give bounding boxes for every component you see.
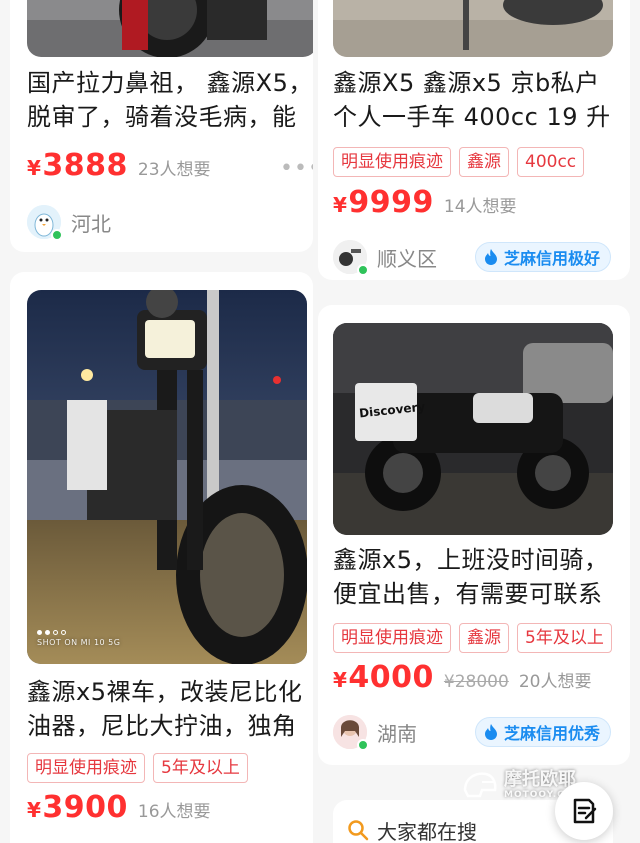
listing-title-4[interactable]: 鑫源x5，上班没时间骑， 便宜出售，有需要可联系	[333, 543, 623, 611]
dot-active	[37, 630, 42, 635]
tag: 明显使用痕迹	[27, 753, 145, 783]
price: ¥3900	[27, 790, 128, 825]
tag: 400cc	[517, 147, 585, 177]
price-row: ¥4000 ¥28000 20人想要	[333, 660, 591, 695]
listing-title-3[interactable]: 鑫源x5裸车，改装尼比化 油器，尼比大拧油，独角	[27, 675, 313, 743]
seller-info[interactable]: 顺义区	[333, 240, 437, 276]
listing-card-1[interactable]: 国产拉力鼻祖， 鑫源X5， 脱审了，骑着没毛病，能 ¥3888 23人想要 ••…	[10, 0, 313, 252]
seller-location: 河北	[71, 211, 111, 236]
listing-image-1[interactable]	[27, 0, 313, 57]
currency-symbol: ¥	[333, 193, 348, 217]
price-row: ¥9999 14人想要	[333, 185, 517, 220]
title-line: 脱审了，骑着没毛病，能	[27, 103, 297, 131]
credit-label: 芝麻信用极好	[504, 249, 601, 268]
more-options-icon[interactable]: •••	[280, 156, 313, 181]
currency-symbol: ¥	[333, 668, 348, 692]
image-overlay-text: SHOT ON MI 10 5G	[37, 638, 121, 647]
seller-location: 顺义区	[377, 246, 437, 271]
search-icon	[348, 820, 369, 841]
carousel-dots	[37, 630, 120, 635]
listing-card-3[interactable]: SHOT ON MI 10 5G 鑫源x5裸车，改装尼比化 油器，尼比大拧油，独…	[10, 272, 313, 843]
avatar	[333, 715, 369, 751]
dot	[45, 630, 50, 635]
title-line: 鑫源x5，上班没时间骑，	[333, 546, 609, 574]
listing-card-2[interactable]: 鑫源X5 鑫源x5 京b私户 个人一手车 400cc 19 升 明显使用痕迹 鑫…	[318, 0, 630, 280]
tag-list: 明显使用痕迹 5年及以上	[27, 753, 248, 783]
motorcycle-photo	[27, 290, 307, 664]
helmet-logo-icon	[463, 772, 497, 798]
listing-title-1[interactable]: 国产拉力鼻祖， 鑫源X5， 脱审了，骑着没毛病，能	[27, 66, 313, 134]
tag: 明显使用痕迹	[333, 623, 451, 653]
currency-symbol: ¥	[27, 798, 42, 822]
tag-list: 明显使用痕迹 鑫源 400cc	[333, 147, 585, 177]
price-value: 3888	[42, 148, 128, 183]
listing-feed: 国产拉力鼻祖， 鑫源X5， 脱审了，骑着没毛病，能 ¥3888 23人想要 ••…	[0, 0, 640, 843]
motorcycle-photo	[333, 323, 613, 535]
tag: 鑫源	[459, 623, 509, 653]
listing-image-2[interactable]	[333, 0, 613, 57]
tag: 5年及以上	[517, 623, 612, 653]
price-row: ¥3888 23人想要	[27, 148, 211, 183]
edit-note-icon	[573, 798, 597, 824]
floating-edit-button[interactable]	[555, 782, 613, 840]
motorcycle-photo	[333, 0, 613, 57]
search-placeholder: 大家都在搜	[377, 819, 477, 843]
want-count: 16人想要	[137, 802, 211, 822]
flame-icon	[485, 724, 497, 740]
want-count: 14人想要	[443, 197, 517, 217]
seller-info[interactable]: 河北	[27, 205, 111, 241]
credit-badge: 芝麻信用极好	[475, 242, 612, 272]
listing-title-2[interactable]: 鑫源X5 鑫源x5 京b私户 个人一手车 400cc 19 升	[333, 66, 623, 134]
title-line: 鑫源x5裸车，改装尼比化	[27, 678, 303, 706]
price-row: ¥3900 16人想要	[27, 790, 211, 825]
want-count: 20人想要	[518, 672, 592, 692]
price-value: 4000	[348, 660, 434, 695]
original-price: ¥28000	[443, 672, 509, 692]
listing-card-4[interactable]: Discovery 鑫源x5，上班没时间骑， 便宜出售，有需要可联系 明显使用痕…	[318, 305, 630, 765]
price: ¥9999	[333, 185, 434, 220]
motorcycle-photo	[27, 0, 313, 57]
online-status-icon	[357, 739, 369, 751]
tag: 鑫源	[459, 147, 509, 177]
tag-list: 明显使用痕迹 鑫源 5年及以上	[333, 623, 612, 653]
camera-watermark: SHOT ON MI 10 5G	[37, 630, 120, 647]
listing-image-4[interactable]: Discovery	[333, 323, 613, 535]
credit-label: 芝麻信用优秀	[504, 724, 601, 743]
tag: 明显使用痕迹	[333, 147, 451, 177]
credit-badge: 芝麻信用优秀	[475, 717, 612, 747]
avatar	[27, 205, 63, 241]
price: ¥3888	[27, 148, 128, 183]
price-value: 3900	[42, 790, 128, 825]
online-status-icon	[51, 229, 63, 241]
currency-symbol: ¥	[27, 156, 42, 180]
tag: 5年及以上	[153, 753, 248, 783]
price: ¥4000	[333, 660, 434, 695]
seller-info[interactable]: 湖南	[333, 715, 417, 751]
listing-image-3[interactable]: SHOT ON MI 10 5G	[27, 290, 307, 664]
avatar	[333, 240, 369, 276]
price-value: 9999	[348, 185, 434, 220]
title-line: 国产拉力鼻祖， 鑫源X5，	[27, 69, 313, 97]
dot	[61, 630, 66, 635]
dot	[53, 630, 58, 635]
flame-icon	[485, 249, 497, 265]
want-count: 23人想要	[137, 160, 211, 180]
title-line: 便宜出售，有需要可联系	[333, 580, 603, 608]
title-line: 鑫源X5 鑫源x5 京b私户	[333, 69, 600, 97]
title-line: 油器，尼比大拧油，独角	[27, 712, 297, 740]
online-status-icon	[357, 264, 369, 276]
seller-location: 湖南	[377, 721, 417, 746]
title-line: 个人一手车 400cc 19 升	[333, 103, 611, 131]
